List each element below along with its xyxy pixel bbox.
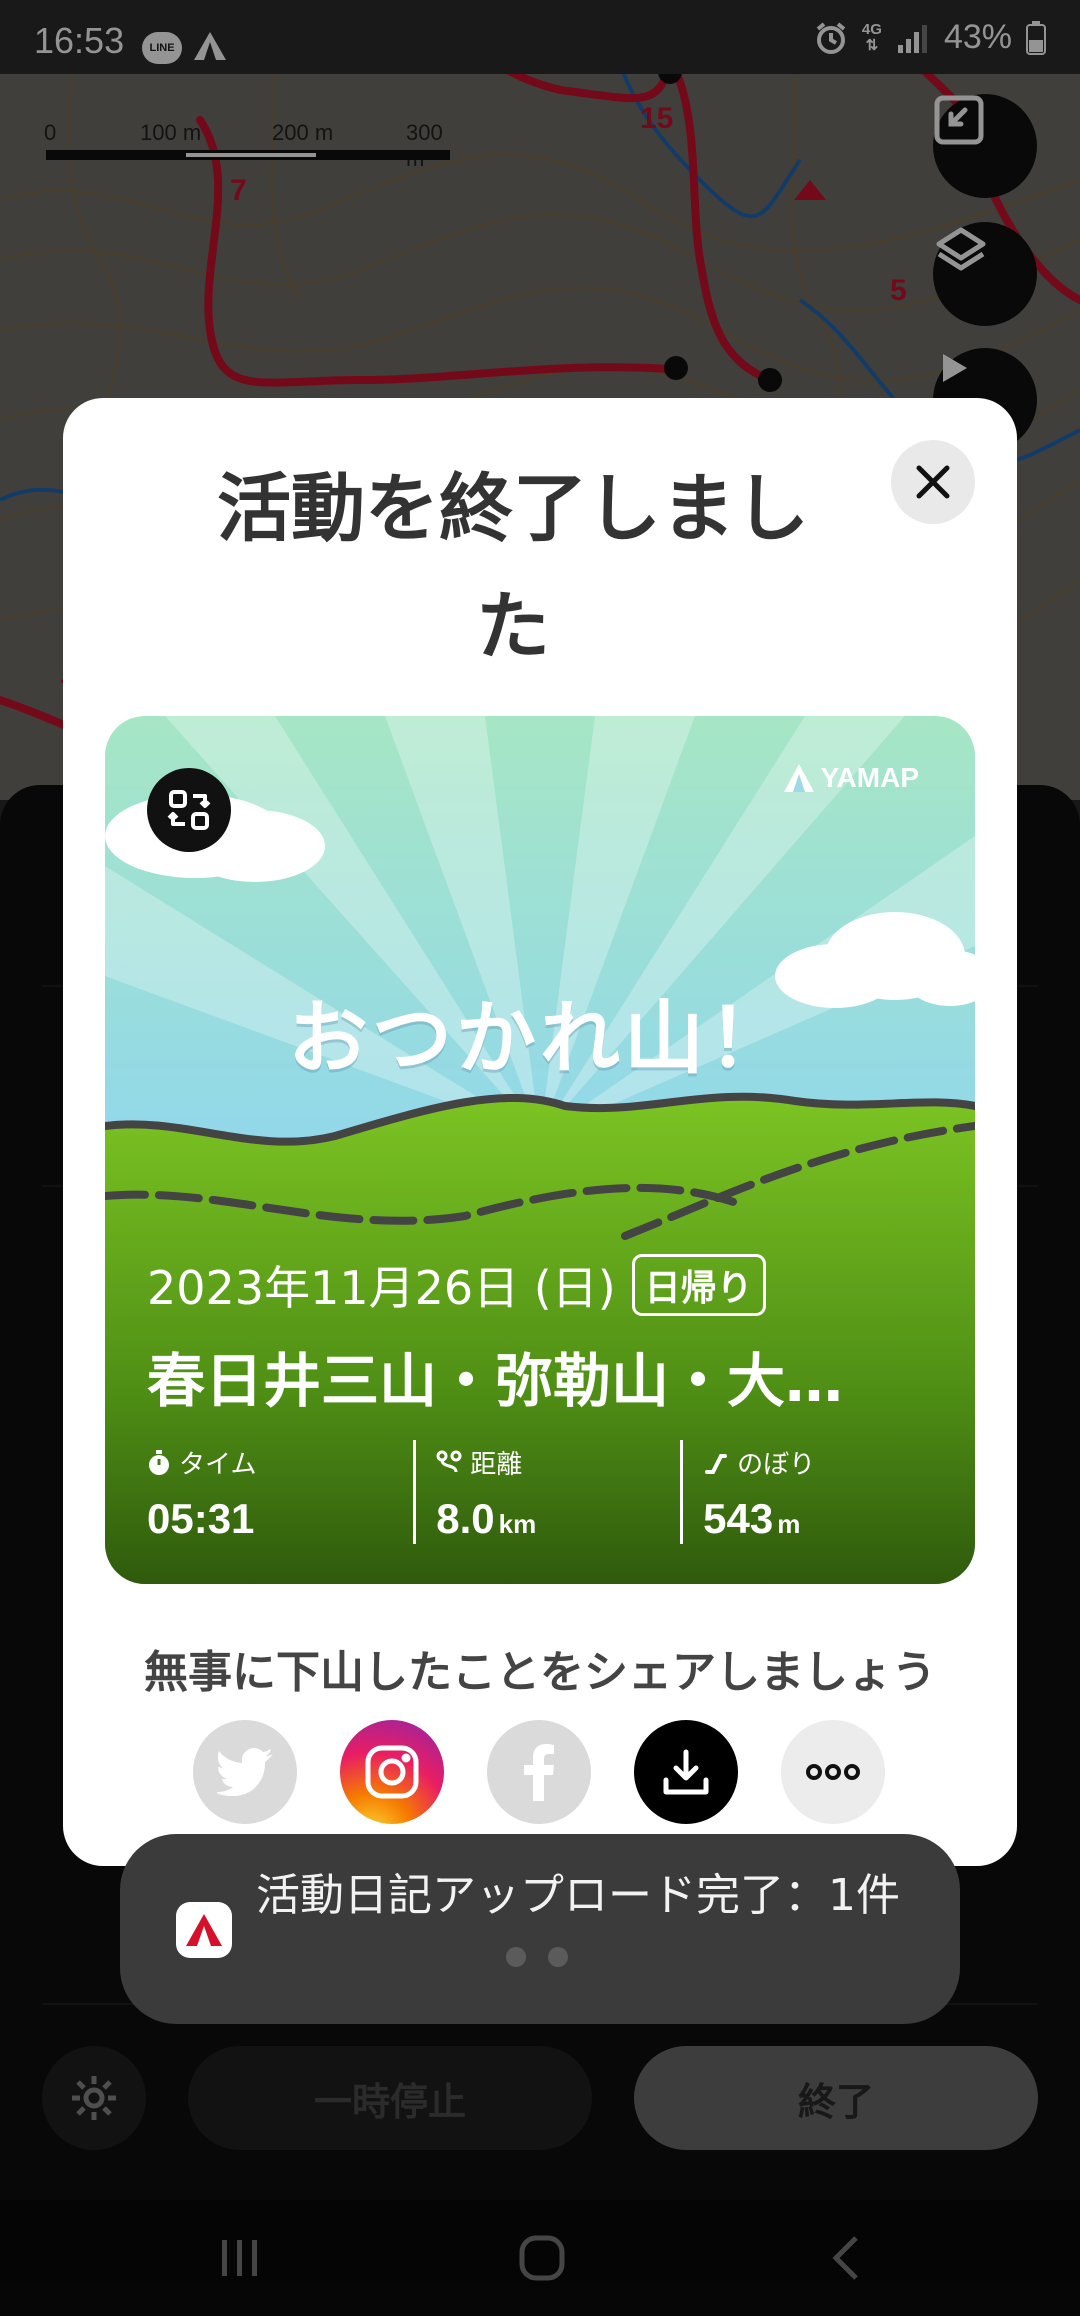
stat-label: タイム xyxy=(179,1450,257,1480)
close-icon xyxy=(916,465,950,499)
route-icon xyxy=(436,1450,462,1472)
stat-value: 543 xyxy=(703,1495,774,1542)
close-button[interactable] xyxy=(891,440,975,524)
activity-stats: タイム 05:31 距離 8.0 km のぼり 543 m xyxy=(147,1440,947,1544)
toast-message: 活動日記アップロード完了：1件 xyxy=(256,1870,900,1921)
save-image-button[interactable] xyxy=(634,1720,738,1824)
activity-complete-dialog: 活動を終了しました YAMAP おつかれ山！ 2023年11月26日 (日) 日… xyxy=(63,398,1017,1866)
yamap-mountain-icon xyxy=(784,764,815,792)
share-buttons xyxy=(193,1720,893,1824)
dialog-title: 活動を終了しました xyxy=(217,466,809,670)
download-icon xyxy=(663,1749,709,1795)
stat-time: タイム 05:31 xyxy=(147,1440,413,1544)
more-icon xyxy=(806,1764,860,1780)
facebook-icon xyxy=(524,1744,554,1801)
stat-value: 8.0 xyxy=(436,1495,495,1542)
yamap-app-icon xyxy=(176,1902,232,1958)
share-twitter-button[interactable] xyxy=(193,1720,297,1824)
stat-distance: 距離 8.0 km xyxy=(413,1440,680,1544)
stat-label: 距離 xyxy=(470,1450,523,1480)
activity-summary-card: YAMAP おつかれ山！ 2023年11月26日 (日) 日帰り 春日井三山・弥… xyxy=(105,716,975,1584)
yamap-logo: YAMAP xyxy=(784,762,919,794)
stopwatch-icon xyxy=(149,1449,169,1475)
swap-icon xyxy=(167,790,211,830)
yamap-logo-icon xyxy=(186,1914,222,1946)
ascent-icon xyxy=(705,1453,728,1474)
switch-card-button[interactable] xyxy=(147,768,231,852)
share-prompt: 無事に下山したことをシェアしましょう xyxy=(144,1647,936,1698)
stat-unit: km xyxy=(498,1509,537,1539)
congrats-headline: おつかれ山！ xyxy=(288,992,792,1085)
activity-date: 2023年11月26日 (日) xyxy=(147,1261,616,1315)
stat-value: 05:31 xyxy=(147,1495,255,1542)
page-dot xyxy=(506,1947,526,1967)
brand-name: YAMAP xyxy=(820,762,919,793)
page-dot xyxy=(548,1947,568,1967)
upload-complete-toast: 活動日記アップロード完了：1件 xyxy=(120,1834,960,2024)
page-indicator xyxy=(506,1947,568,1967)
share-facebook-button[interactable] xyxy=(487,1720,591,1824)
share-more-button[interactable] xyxy=(781,1720,885,1824)
twitter-icon xyxy=(217,1748,273,1796)
trip-type-badge: 日帰り xyxy=(631,1254,766,1316)
stat-unit: m xyxy=(777,1509,801,1539)
activity-date-row: 2023年11月26日 (日) 日帰り xyxy=(147,1252,766,1318)
instagram-icon xyxy=(365,1745,419,1799)
stat-label: のぼり xyxy=(737,1450,816,1480)
share-instagram-button[interactable] xyxy=(340,1720,444,1824)
activity-location: 春日井三山・弥勒山・大… xyxy=(147,1347,844,1415)
stat-ascent: のぼり 543 m xyxy=(680,1440,947,1544)
